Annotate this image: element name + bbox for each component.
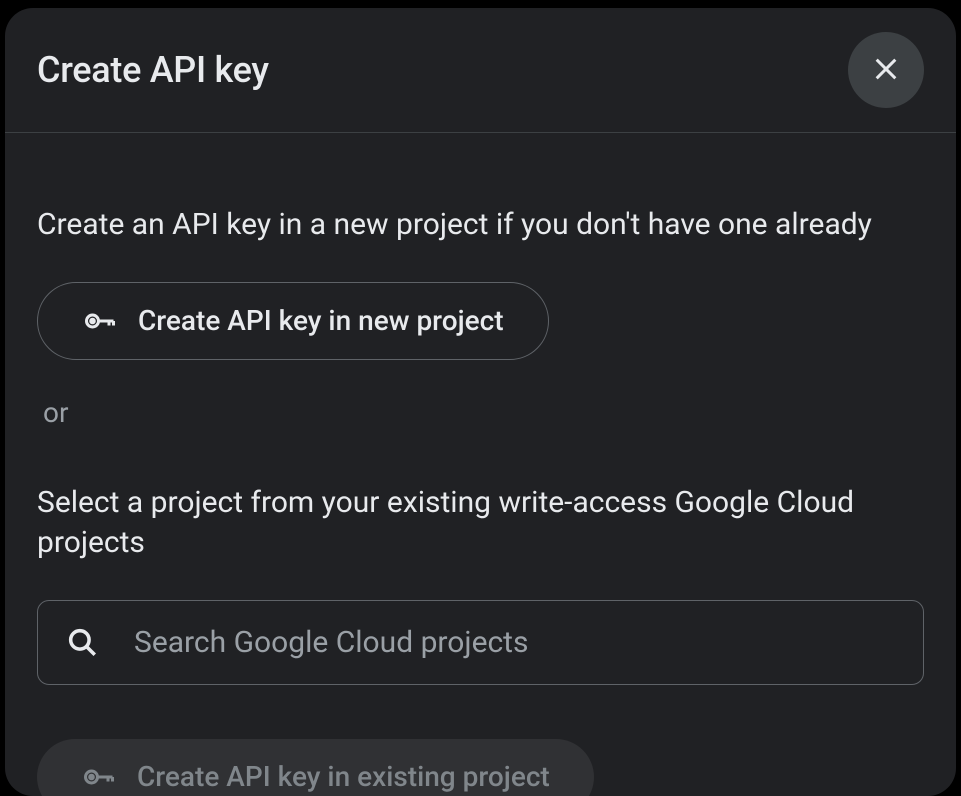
dialog-header: Create API key — [5, 8, 956, 133]
search-wrapper — [37, 600, 924, 685]
or-divider: or — [43, 396, 924, 429]
dialog-title: Create API key — [37, 49, 269, 91]
close-button[interactable] — [848, 32, 924, 108]
close-icon — [870, 53, 902, 88]
dialog-body: Create an API key in a new project if yo… — [5, 133, 956, 796]
new-project-description: Create an API key in a new project if yo… — [37, 205, 924, 246]
create-new-project-label: Create API key in new project — [138, 304, 504, 337]
search-projects-input[interactable] — [37, 600, 924, 685]
create-api-key-dialog: Create API key Create an API key in a ne… — [5, 8, 956, 796]
create-new-project-button[interactable]: Create API key in new project — [37, 282, 549, 360]
search-icon — [65, 625, 99, 659]
create-existing-project-button: Create API key in existing project — [37, 739, 594, 796]
create-existing-project-label: Create API key in existing project — [137, 760, 550, 793]
existing-project-description: Select a project from your existing writ… — [37, 483, 924, 564]
key-icon — [81, 759, 117, 795]
key-icon — [82, 303, 118, 339]
